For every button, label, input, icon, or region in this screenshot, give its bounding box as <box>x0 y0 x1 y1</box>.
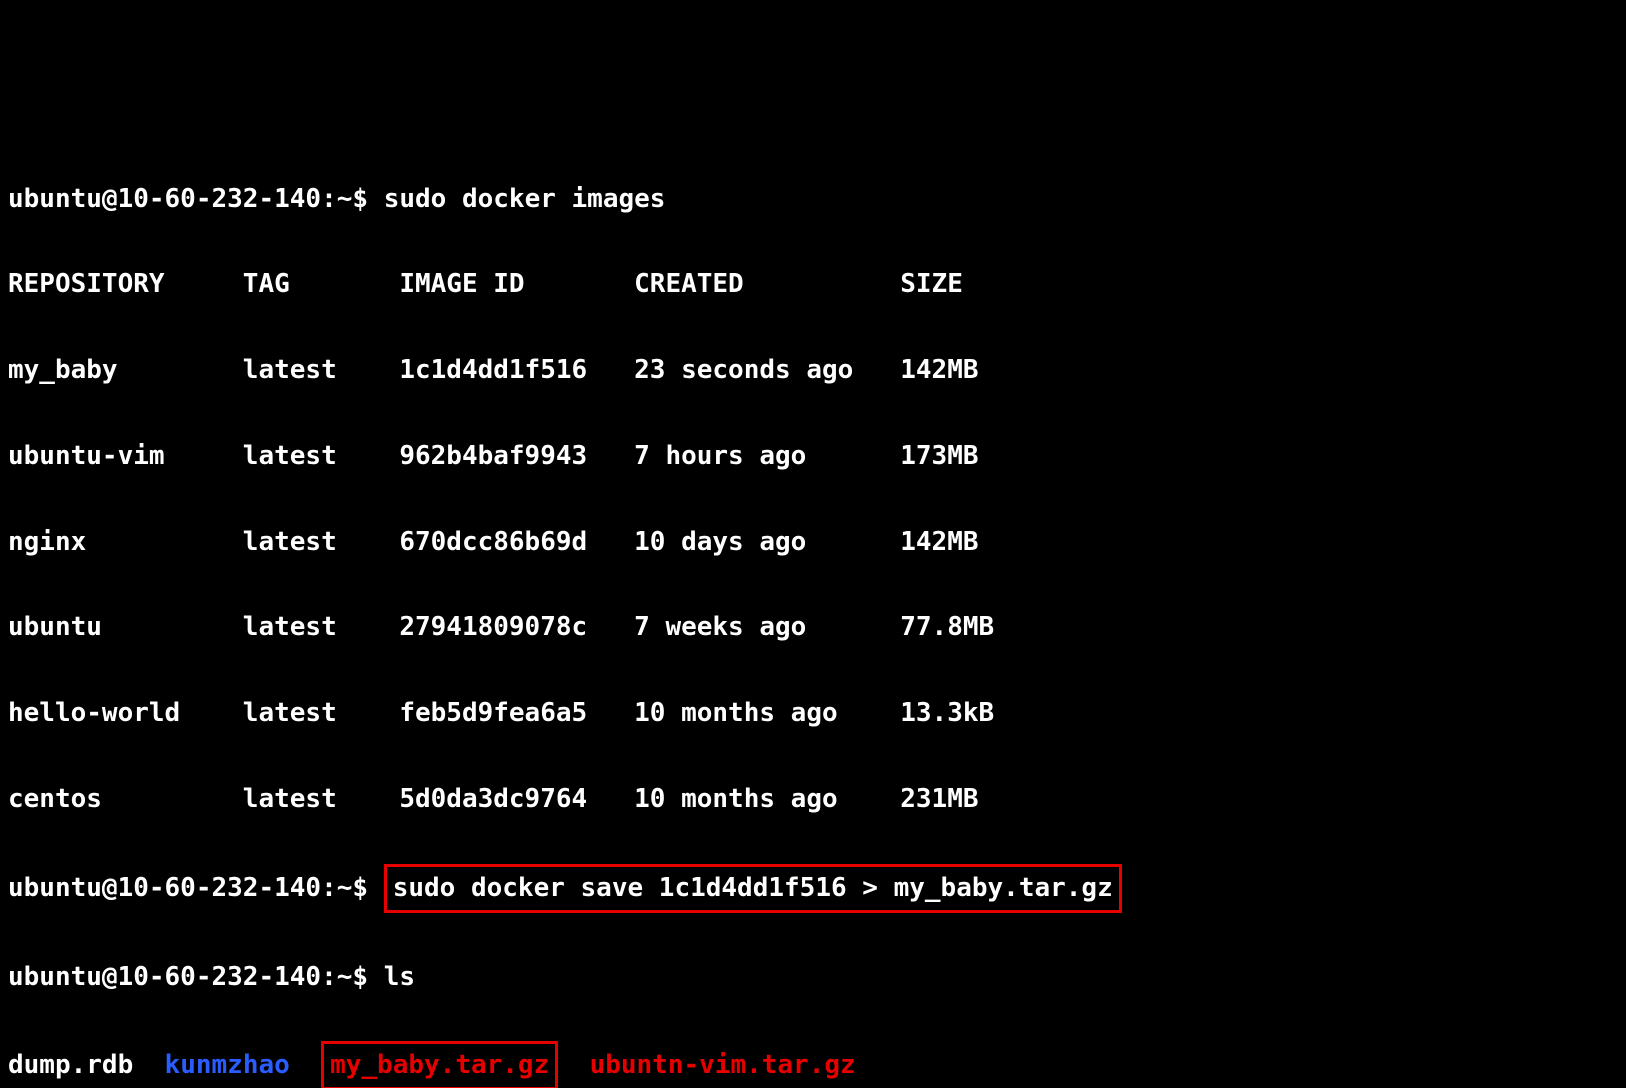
terminal-line[interactable]: ubuntu@10-60-232-140:~$ ls <box>8 956 1618 999</box>
table-header: REPOSITORY TAG IMAGE ID CREATED SIZE <box>8 263 1618 306</box>
file: ubuntn-vim.tar.gz <box>590 1050 856 1080</box>
table-row: ubuntu latest 27941809078c 7 weeks ago 7… <box>8 606 1618 649</box>
table-row: my_baby latest 1c1d4dd1f516 23 seconds a… <box>8 349 1618 392</box>
highlighted-file: my_baby.tar.gz <box>321 1041 558 1088</box>
command: sudo docker images <box>384 184 666 214</box>
prompt: ubuntu@10-60-232-140:~$ <box>8 962 384 992</box>
ls-output: dump.rdb kunmzhao my_baby.tar.gz ubuntn-… <box>8 1041 1618 1088</box>
prompt: ubuntu@10-60-232-140:~$ <box>8 873 384 903</box>
command: ls <box>384 962 415 992</box>
prompt: ubuntu@10-60-232-140:~$ <box>8 184 384 214</box>
table-row: centos latest 5d0da3dc9764 10 months ago… <box>8 778 1618 821</box>
table-row: nginx latest 670dcc86b69d 10 days ago 14… <box>8 521 1618 564</box>
highlighted-command: sudo docker save 1c1d4dd1f516 > my_baby.… <box>384 864 1122 913</box>
table-row: hello-world latest feb5d9fea6a5 10 month… <box>8 692 1618 735</box>
terminal-line[interactable]: ubuntu@10-60-232-140:~$ sudo docker save… <box>8 864 1618 913</box>
terminal-line[interactable]: ubuntu@10-60-232-140:~$ sudo docker imag… <box>8 178 1618 221</box>
directory: kunmzhao <box>165 1050 290 1080</box>
table-row: ubuntu-vim latest 962b4baf9943 7 hours a… <box>8 435 1618 478</box>
file: dump.rdb <box>8 1050 133 1080</box>
